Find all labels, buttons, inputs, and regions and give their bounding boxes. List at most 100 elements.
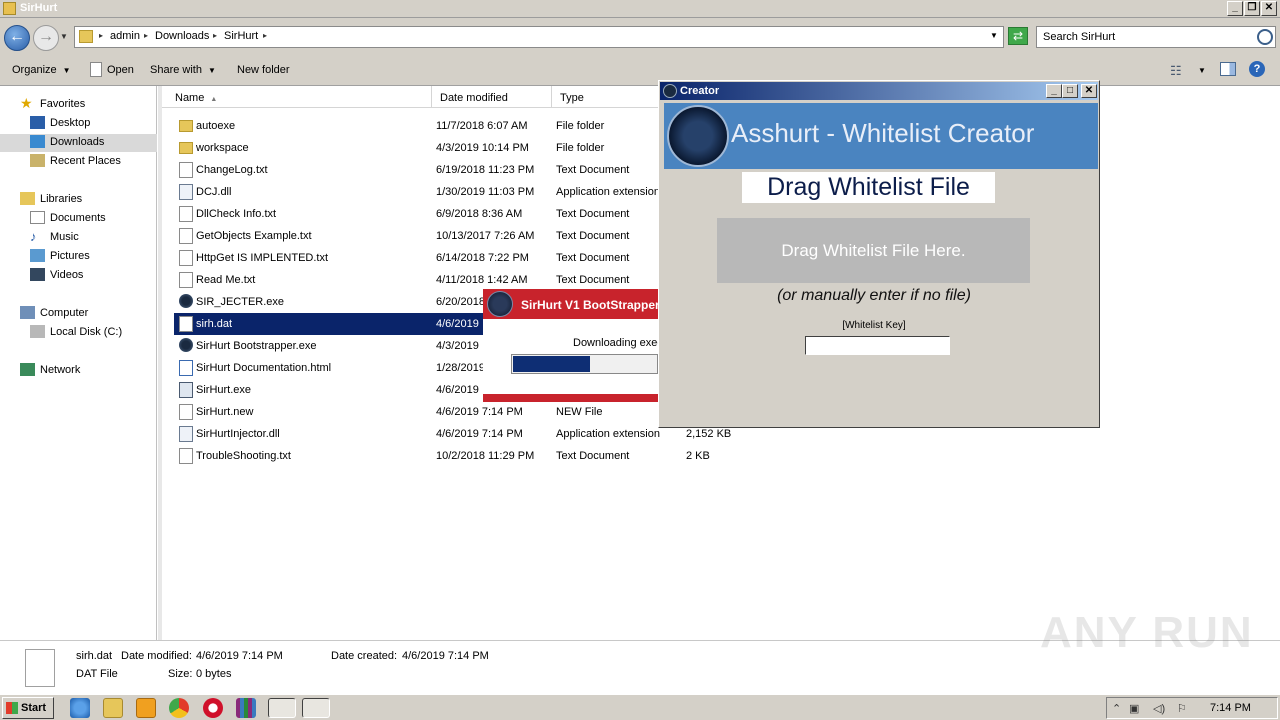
- recent-pages-dropdown[interactable]: ▼: [60, 32, 68, 41]
- breadcrumb-sirhurt[interactable]: SirHurt: [224, 30, 258, 42]
- file-row[interactable]: workspace 4/3/2019 10:14 PM File folder: [174, 137, 734, 159]
- change-view-icon[interactable]: ☷: [1170, 63, 1182, 79]
- file-date-modified: 4/3/2019 10:14 PM: [436, 142, 529, 154]
- minimize-button[interactable]: _: [1227, 1, 1243, 16]
- download-progress-bar: [511, 354, 658, 374]
- text-file-icon: [179, 448, 193, 464]
- file-row[interactable]: autoexe 11/7/2018 6:07 AM File folder: [174, 115, 734, 137]
- file-name: GetObjects Example.txt: [196, 230, 312, 242]
- windows-logo-icon: [6, 702, 18, 714]
- restore-button[interactable]: ❐: [1244, 1, 1260, 16]
- open-button[interactable]: Open: [107, 64, 134, 76]
- breadcrumb-admin[interactable]: admin: [110, 30, 140, 42]
- chrome-icon[interactable]: [169, 698, 189, 718]
- documents-icon: [30, 211, 45, 224]
- organize-menu[interactable]: Organize ▼: [12, 64, 71, 76]
- column-header-type[interactable]: Type: [552, 86, 660, 108]
- chevron-right-icon[interactable]: ▸: [213, 31, 217, 40]
- details-file-name: sirh.dat: [76, 650, 113, 662]
- file-drop-zone[interactable]: Drag Whitelist File Here.: [717, 218, 1030, 283]
- nav-network[interactable]: Network: [18, 362, 80, 380]
- file-date-modified: 4/6/2019 7:14 PM: [436, 428, 523, 440]
- nav-music[interactable]: ♪ Music: [28, 229, 79, 247]
- preview-pane-icon[interactable]: [1220, 62, 1236, 76]
- search-input[interactable]: Search SirHurt: [1036, 26, 1276, 48]
- nav-local-disk[interactable]: Local Disk (C:): [28, 324, 122, 342]
- sirhurt-bootstrapper-icon[interactable]: [268, 698, 296, 718]
- share-with-menu[interactable]: Share with ▼: [150, 64, 216, 76]
- winrar-icon[interactable]: [236, 698, 256, 718]
- breadcrumb-downloads[interactable]: Downloads: [155, 30, 209, 42]
- opera-icon[interactable]: [203, 698, 223, 718]
- cat-logo-icon: [667, 105, 729, 167]
- explorer-icon[interactable]: [103, 698, 123, 718]
- file-row[interactable]: TroubleShooting.txt 10/2/2018 11:29 PM Tex…: [174, 445, 734, 467]
- sort-ascending-icon: ▲: [210, 96, 218, 103]
- address-field[interactable]: ▸ admin ▸ Downloads ▸ SirHurt ▸ ▼: [74, 26, 1004, 48]
- nav-videos[interactable]: Videos: [28, 267, 83, 285]
- whitelist-key-input[interactable]: [805, 336, 950, 355]
- start-button[interactable]: Start: [2, 697, 54, 719]
- text-file-icon: [179, 228, 193, 244]
- column-header-date[interactable]: Date modified: [432, 86, 552, 108]
- chevron-right-icon[interactable]: ▸: [263, 31, 267, 40]
- nav-favorites[interactable]: ★ Favorites: [18, 96, 85, 114]
- column-header-name[interactable]: Name ▲: [162, 86, 432, 108]
- flag-icon[interactable]: ⚐: [1177, 702, 1187, 715]
- chevron-down-icon[interactable]: ▼: [1198, 66, 1206, 75]
- new-folder-button[interactable]: New folder: [237, 64, 290, 76]
- file-row[interactable]: ChangeLog.txt 6/19/2018 11:23 PM Text Docu…: [174, 159, 734, 181]
- file-type: NEW File: [556, 406, 603, 418]
- folder-icon: [179, 120, 193, 132]
- file-row[interactable]: HttpGet IS IMPLENTED.txt 6/14/2018 7:22 P…: [174, 247, 734, 269]
- file-row[interactable]: DCJ.dll 1/30/2019 11:03 PM Application ext…: [174, 181, 734, 203]
- ie-icon[interactable]: [70, 698, 90, 718]
- nav-documents[interactable]: Documents: [28, 210, 106, 228]
- nav-downloads[interactable]: Downloads: [0, 134, 157, 152]
- minimize-button[interactable]: _: [1046, 84, 1062, 98]
- folder-icon: [179, 142, 193, 154]
- nav-computer[interactable]: Computer: [18, 305, 88, 323]
- creator-title-bar[interactable]: Creator _ □ ✕: [660, 82, 1098, 100]
- media-player-icon[interactable]: [136, 698, 156, 718]
- tray-expand-icon[interactable]: ⌃: [1112, 702, 1121, 715]
- nav-libraries[interactable]: Libraries: [18, 191, 82, 209]
- nav-label: Music: [50, 231, 79, 243]
- maximize-button[interactable]: □: [1062, 84, 1078, 98]
- chevron-down-icon: ▼: [207, 66, 216, 75]
- nav-recent-places[interactable]: Recent Places: [28, 153, 121, 171]
- file-date-modified: 4/6/2019: [436, 384, 479, 396]
- refresh-button[interactable]: ⇄: [1008, 27, 1028, 45]
- file-row[interactable]: Read Me.txt 4/11/2018 1:42 AM Text Documen…: [174, 269, 734, 291]
- details-created-label: Date created:: [331, 650, 398, 662]
- nav-label: Documents: [50, 212, 106, 224]
- file-type: Application extension: [556, 428, 660, 440]
- help-icon[interactable]: ?: [1249, 61, 1265, 77]
- chevron-right-icon[interactable]: ▸: [99, 31, 103, 40]
- action-center-icon[interactable]: ▣: [1129, 702, 1139, 715]
- nav-pictures[interactable]: Pictures: [28, 248, 90, 266]
- close-button[interactable]: ✕: [1081, 84, 1097, 98]
- window-title: SirHurt: [20, 2, 58, 14]
- bootstrapper-window: SirHurt V1 BootStrapper Downloading exec: [483, 289, 663, 402]
- clock[interactable]: 7:14 PM: [1210, 702, 1251, 714]
- volume-icon[interactable]: ◁): [1153, 702, 1165, 715]
- close-button[interactable]: ✕: [1261, 1, 1277, 16]
- file-date-modified: 10/13/2017 7:26 AM: [436, 230, 535, 242]
- file-row[interactable]: DllCheck Info.txt 6/9/2018 8:36 AM Text Do…: [174, 203, 734, 225]
- address-dropdown[interactable]: ▼: [990, 31, 998, 40]
- file-row[interactable]: SirHurtInjector.dll 4/6/2019 7:14 PM Appli…: [174, 423, 734, 445]
- file-row[interactable]: SirHurt.new 4/6/2019 7:14 PM NEW File: [174, 401, 734, 423]
- nav-label: Recent Places: [50, 155, 121, 167]
- file-name: DllCheck Info.txt: [196, 208, 277, 220]
- nav-desktop[interactable]: Desktop: [28, 115, 90, 133]
- file-row[interactable]: GetObjects Example.txt 10/13/2017 7:26 AM…: [174, 225, 734, 247]
- search-icon[interactable]: [1257, 29, 1273, 45]
- bootstrapper-title-bar[interactable]: SirHurt V1 BootStrapper: [483, 289, 660, 319]
- chevron-right-icon[interactable]: ▸: [144, 31, 148, 40]
- creator-app-icon[interactable]: [302, 698, 330, 718]
- forward-button[interactable]: →: [33, 25, 59, 51]
- file-type: File folder: [556, 120, 605, 132]
- back-button[interactable]: ←: [4, 25, 30, 51]
- libraries-icon: [20, 192, 35, 205]
